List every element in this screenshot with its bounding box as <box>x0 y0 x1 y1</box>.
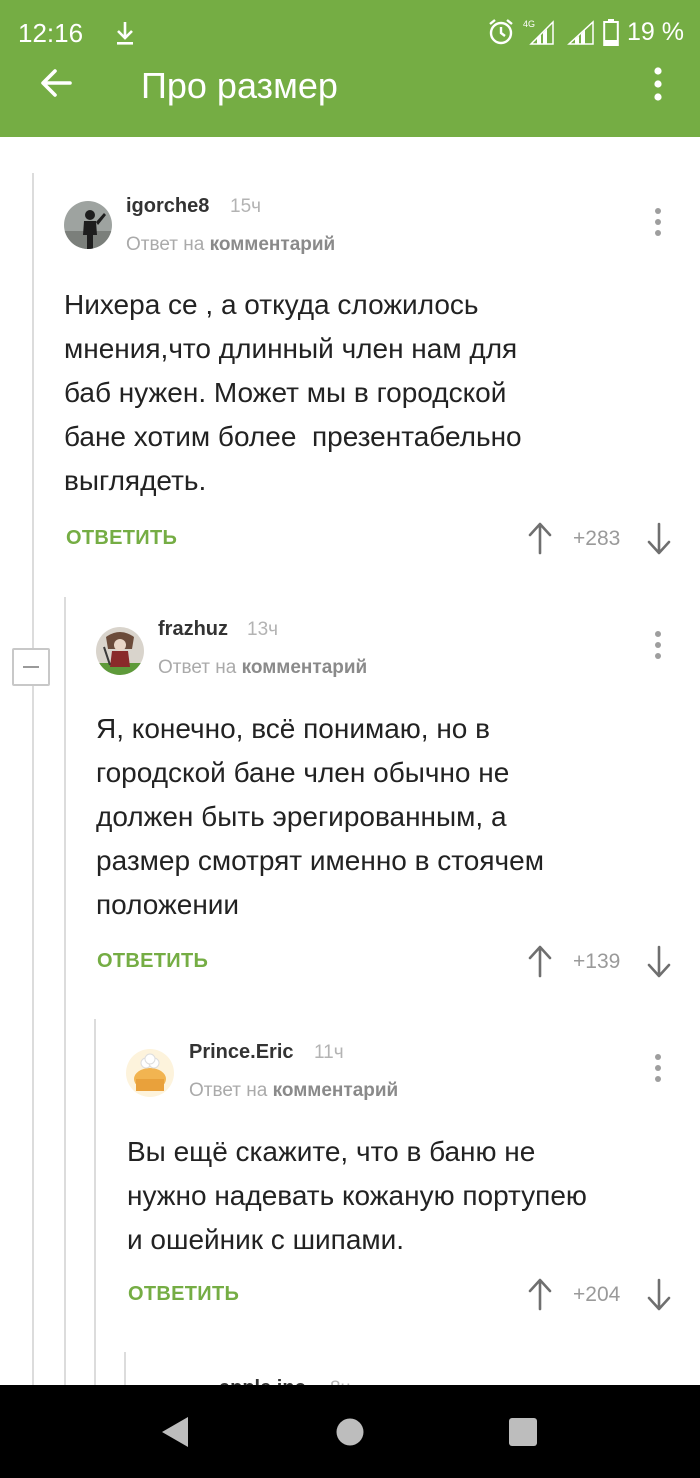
comment-time: 11ч <box>314 1042 344 1063</box>
avatar-image <box>96 627 144 675</box>
overflow-menu-icon[interactable] <box>646 64 670 104</box>
reply-button[interactable]: ОТВЕТИТЬ <box>128 1283 239 1306</box>
comment-username[interactable]: Prince.Eric <box>189 1041 294 1064</box>
comment-text-line: положении <box>96 889 240 920</box>
signal-icon: 4G <box>523 19 554 45</box>
comment-score: +283 <box>573 527 621 550</box>
comment-text: Я, конечно, всё понимаю, но в городской … <box>96 707 676 927</box>
avatar[interactable] <box>126 1049 174 1097</box>
comment-time: 8ч <box>330 1378 350 1385</box>
app-header: 12:16 4G 19 % Про размер <box>0 0 700 137</box>
comment-text-line: Вы ещё скажите, что в баню не <box>127 1136 536 1167</box>
signal-icon-2 <box>567 20 594 45</box>
alarm-icon <box>489 19 513 45</box>
downvote-icon[interactable] <box>645 945 673 979</box>
comment-score: +139 <box>573 950 621 973</box>
nav-recents-icon[interactable] <box>508 1417 538 1447</box>
battery-icon <box>603 19 619 46</box>
reply-target: комментарий <box>209 234 336 255</box>
comment-username[interactable]: igorche8 <box>126 195 209 218</box>
comment: apple.inc 8ч <box>0 1347 700 1385</box>
comment: igorche8 15ч Ответ на комментарий Нихера… <box>0 137 700 577</box>
nav-back-icon[interactable] <box>160 1415 190 1449</box>
comment: frazhuz 13ч Ответ на комментарий Я, коне… <box>0 577 700 1007</box>
comment-menu-icon[interactable] <box>652 1053 666 1085</box>
comment-text-line: баб нужен. Может мы в городской <box>64 377 507 408</box>
comment: Prince.Eric 11ч Ответ на комментарий Вы … <box>0 1007 700 1347</box>
avatar-image <box>126 1049 174 1097</box>
comment-thread: igorche8 15ч Ответ на комментарий Нихера… <box>0 137 700 1385</box>
avatar[interactable] <box>96 627 144 675</box>
comment-username[interactable]: apple.inc <box>219 1377 306 1385</box>
reply-target: комментарий <box>241 657 368 678</box>
nav-home-icon[interactable] <box>335 1417 365 1447</box>
downvote-icon[interactable] <box>645 522 673 556</box>
comment-menu-icon[interactable] <box>652 630 666 662</box>
navigation-bar <box>0 1385 700 1478</box>
comment-time: 13ч <box>247 619 279 640</box>
status-time: 12:16 <box>18 18 84 48</box>
reply-prefix: Ответ на <box>189 1080 268 1101</box>
status-bar: 12:16 4G 19 % <box>0 0 700 62</box>
download-icon <box>117 22 133 45</box>
comment-reply-to[interactable]: Ответ на комментарий <box>189 1080 398 1102</box>
comment-menu-icon[interactable] <box>652 207 666 239</box>
comment-text-line: городской бане член обычно не <box>96 757 510 788</box>
reply-button[interactable]: ОТВЕТИТЬ <box>97 950 208 973</box>
comment-text-line: и ошейник с шипами. <box>127 1224 405 1255</box>
svg-text:4G: 4G <box>523 19 535 29</box>
comment-text-line: выглядеть. <box>64 465 207 496</box>
comment-time: 15ч <box>230 196 262 217</box>
comment-reply-to[interactable]: Ответ на комментарий <box>126 234 335 256</box>
reply-button[interactable]: ОТВЕТИТЬ <box>66 527 177 550</box>
comment-username[interactable]: frazhuz <box>158 618 228 641</box>
comment-text-line: мнения,что длинный член нам для <box>64 333 518 364</box>
comment-text-line: Я, конечно, всё понимаю, но в <box>96 713 491 744</box>
comment-score: +204 <box>573 1283 621 1306</box>
downvote-icon[interactable] <box>645 1278 673 1312</box>
upvote-icon[interactable] <box>526 521 554 555</box>
comment-text-line: должен быть эрегированным, а <box>96 801 507 832</box>
comment-text-line: размер смотрят именно в стоячем <box>96 845 544 876</box>
status-right: 4G 19 % <box>487 16 684 48</box>
comment-text-line: нужно надевать кожаную портупею <box>127 1180 587 1211</box>
avatar[interactable] <box>64 201 112 249</box>
reply-target: комментарий <box>272 1080 399 1101</box>
comment-text: Вы ещё скажите, что в баню не нужно наде… <box>127 1130 687 1262</box>
upvote-icon[interactable] <box>526 944 554 978</box>
comment-text-line: Нихера се , а откуда сложилось <box>64 289 479 320</box>
upvote-icon[interactable] <box>526 1277 554 1311</box>
reply-prefix: Ответ на <box>126 234 205 255</box>
reply-prefix: Ответ на <box>158 657 237 678</box>
comment-reply-to[interactable]: Ответ на комментарий <box>158 657 367 679</box>
comment-text: Нихера се , а откуда сложилось мнения,чт… <box>64 283 664 503</box>
back-arrow-icon[interactable] <box>36 63 76 103</box>
page-title: Про размер <box>141 65 338 106</box>
avatar-image <box>64 201 112 249</box>
comment-text-line: бане хотим более презентабельно <box>64 421 522 452</box>
battery-percent: 19 % <box>627 17 684 46</box>
